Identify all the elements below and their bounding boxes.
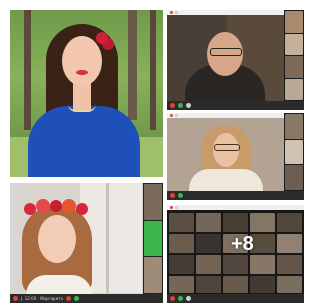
toolbar-caption: J. 12:00 · Маргарита (21, 296, 63, 301)
glasses-icon (210, 48, 242, 56)
video-tile-professor[interactable] (167, 10, 304, 110)
window-min-dot[interactable] (175, 206, 178, 209)
zoom-toolbar (167, 294, 304, 303)
participant-thumb[interactable] (285, 33, 303, 55)
tree-trunk (128, 10, 137, 120)
window-min-dot[interactable] (175, 114, 178, 117)
mute-button[interactable] (13, 296, 18, 301)
participant-thumb[interactable] (285, 11, 303, 33)
end-call-button[interactable] (65, 296, 71, 301)
blue-dress (28, 106, 140, 177)
window-frame (106, 183, 109, 293)
window-close-dot[interactable] (170, 206, 173, 209)
mute-button[interactable] (170, 296, 175, 301)
more-photos-count[interactable]: +8 (231, 233, 254, 256)
share-button[interactable] (186, 103, 191, 108)
participant-thumb[interactable] (144, 184, 162, 220)
white-blouse (189, 169, 263, 191)
face (62, 36, 102, 86)
participant-thumb[interactable] (144, 257, 162, 294)
window-close-dot[interactable] (170, 11, 173, 14)
participants-button[interactable] (186, 296, 191, 301)
zoom-toolbar: J. 12:00 · Маргарита (10, 294, 163, 303)
participant-thumb[interactable] (285, 78, 303, 100)
window-min-dot[interactable] (175, 11, 178, 14)
participant-thumb[interactable] (144, 220, 162, 257)
participant-thumb[interactable] (285, 139, 303, 165)
face (38, 215, 76, 263)
zoom-toolbar (167, 191, 304, 200)
video-button[interactable] (178, 193, 183, 198)
participants-column (284, 10, 304, 101)
glasses-icon (214, 144, 240, 151)
lips (76, 70, 88, 75)
tree-trunk (24, 10, 31, 130)
participant-thumb[interactable] (285, 56, 303, 78)
participants-column (143, 183, 163, 294)
flower-wreath-icon (24, 199, 90, 215)
zoom-toolbar (167, 101, 304, 110)
participant-thumb[interactable] (285, 165, 303, 191)
video-tile-girl-glasses[interactable] (167, 113, 304, 200)
mute-button[interactable] (170, 103, 175, 108)
participant-thumb[interactable] (285, 114, 303, 139)
white-blouse (26, 275, 92, 295)
participants-column (284, 113, 304, 191)
video-button[interactable] (178, 103, 183, 108)
video-tile-singer[interactable] (10, 10, 163, 177)
video-tile-girl-wreath[interactable]: J. 12:00 · Маргарита (10, 183, 163, 303)
video-button[interactable] (178, 296, 183, 301)
tree-trunk (150, 10, 156, 130)
mute-button[interactable] (170, 193, 175, 198)
video-button[interactable] (73, 296, 79, 301)
video-tile-gallery[interactable]: +8 (167, 205, 304, 303)
necklace (68, 104, 96, 112)
window-close-dot[interactable] (170, 114, 173, 117)
flower-wreath-icon (96, 32, 108, 44)
